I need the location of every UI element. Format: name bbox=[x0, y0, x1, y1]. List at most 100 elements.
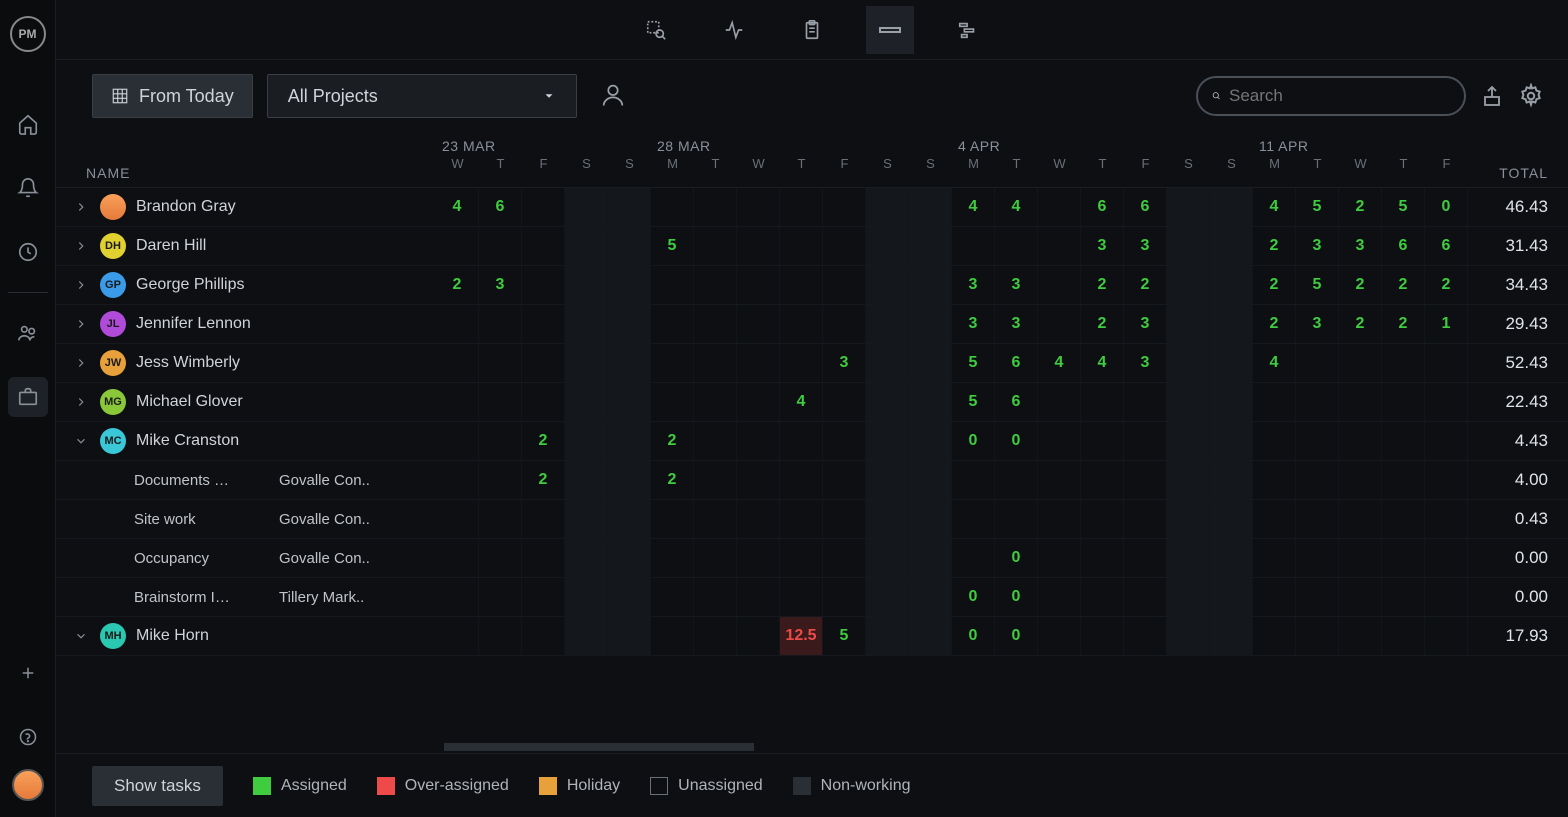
add-icon[interactable] bbox=[8, 653, 48, 693]
workload-cell[interactable] bbox=[737, 188, 780, 226]
workload-cell[interactable]: 5 bbox=[952, 344, 995, 382]
workload-cell[interactable] bbox=[1124, 461, 1167, 499]
workload-cell[interactable] bbox=[866, 461, 909, 499]
workload-cell[interactable] bbox=[1425, 500, 1468, 538]
workload-cell[interactable] bbox=[1210, 578, 1253, 616]
workload-cell[interactable] bbox=[780, 500, 823, 538]
workload-cell[interactable] bbox=[608, 305, 651, 343]
chevron-down-icon[interactable] bbox=[74, 434, 90, 448]
workload-cell[interactable] bbox=[1296, 383, 1339, 421]
workload-cell[interactable] bbox=[608, 266, 651, 304]
person-filter-icon[interactable] bbox=[599, 81, 627, 112]
workload-cell[interactable] bbox=[1339, 383, 1382, 421]
workload-cell[interactable] bbox=[1210, 344, 1253, 382]
workload-cell[interactable] bbox=[737, 383, 780, 421]
clipboard-icon[interactable] bbox=[788, 6, 836, 54]
workload-cell[interactable] bbox=[866, 617, 909, 655]
workload-cell[interactable]: 4 bbox=[952, 188, 995, 226]
app-logo[interactable]: PM bbox=[10, 16, 46, 52]
workload-cell[interactable]: 3 bbox=[1296, 305, 1339, 343]
workload-cell[interactable] bbox=[436, 461, 479, 499]
workload-cell[interactable] bbox=[1210, 305, 1253, 343]
workload-cell[interactable] bbox=[651, 539, 694, 577]
workload-cell[interactable] bbox=[1167, 461, 1210, 499]
workload-cell[interactable] bbox=[1167, 305, 1210, 343]
workload-cell[interactable] bbox=[651, 188, 694, 226]
workload-cell[interactable] bbox=[909, 227, 952, 265]
workload-cell[interactable] bbox=[1382, 461, 1425, 499]
workload-cell[interactable]: 2 bbox=[1382, 266, 1425, 304]
workload-cell[interactable]: 6 bbox=[479, 188, 522, 226]
workload-cell[interactable] bbox=[1210, 500, 1253, 538]
workload-cell[interactable] bbox=[1339, 539, 1382, 577]
workload-cell[interactable] bbox=[780, 461, 823, 499]
workload-cell[interactable] bbox=[1210, 266, 1253, 304]
workload-cell[interactable]: 4 bbox=[995, 188, 1038, 226]
workload-cell[interactable] bbox=[479, 500, 522, 538]
workload-cell[interactable] bbox=[1124, 422, 1167, 460]
workload-cell[interactable] bbox=[1296, 617, 1339, 655]
workload-cell[interactable] bbox=[694, 539, 737, 577]
workload-cell[interactable] bbox=[1210, 461, 1253, 499]
workload-cell[interactable] bbox=[608, 422, 651, 460]
workload-cell[interactable] bbox=[1124, 383, 1167, 421]
workload-cell[interactable] bbox=[436, 539, 479, 577]
workload-cell[interactable] bbox=[823, 305, 866, 343]
workload-cell[interactable] bbox=[1167, 539, 1210, 577]
workload-cell[interactable] bbox=[1081, 578, 1124, 616]
workload-cell[interactable] bbox=[1296, 422, 1339, 460]
help-icon[interactable] bbox=[8, 717, 48, 757]
workload-cell[interactable] bbox=[1081, 500, 1124, 538]
user-avatar[interactable] bbox=[12, 769, 44, 801]
workload-cell[interactable] bbox=[436, 422, 479, 460]
workload-cell[interactable] bbox=[1167, 500, 1210, 538]
workload-cell[interactable] bbox=[565, 305, 608, 343]
workload-cell[interactable] bbox=[1339, 461, 1382, 499]
workload-cell[interactable] bbox=[737, 305, 780, 343]
workload-cell[interactable] bbox=[1382, 422, 1425, 460]
workload-cell[interactable] bbox=[651, 617, 694, 655]
horizontal-scrollbar[interactable] bbox=[444, 743, 754, 751]
workload-cell[interactable] bbox=[995, 500, 1038, 538]
workload-icon[interactable] bbox=[866, 6, 914, 54]
workload-cell[interactable] bbox=[866, 266, 909, 304]
workload-cell[interactable] bbox=[780, 578, 823, 616]
workload-cell[interactable] bbox=[522, 227, 565, 265]
workload-cell[interactable] bbox=[995, 227, 1038, 265]
workload-cell[interactable] bbox=[608, 188, 651, 226]
workload-cell[interactable] bbox=[823, 227, 866, 265]
workload-cell[interactable] bbox=[694, 617, 737, 655]
workload-cell[interactable] bbox=[522, 305, 565, 343]
workload-cell[interactable] bbox=[522, 500, 565, 538]
workload-cell[interactable] bbox=[1081, 617, 1124, 655]
from-today-button[interactable]: From Today bbox=[92, 74, 253, 118]
workload-cell[interactable] bbox=[823, 188, 866, 226]
workload-cell[interactable] bbox=[651, 578, 694, 616]
workload-cell[interactable] bbox=[737, 422, 780, 460]
workload-cell[interactable] bbox=[1425, 422, 1468, 460]
workload-cell[interactable]: 3 bbox=[1339, 227, 1382, 265]
workload-cell[interactable]: 5 bbox=[651, 227, 694, 265]
person-name[interactable]: Jess Wimberly bbox=[136, 354, 240, 372]
workload-cell[interactable] bbox=[1339, 500, 1382, 538]
workload-cell[interactable] bbox=[1167, 227, 1210, 265]
workload-cell[interactable] bbox=[952, 500, 995, 538]
workload-cell[interactable] bbox=[608, 383, 651, 421]
workload-cell[interactable] bbox=[1296, 344, 1339, 382]
workload-cell[interactable] bbox=[651, 305, 694, 343]
workload-cell[interactable]: 3 bbox=[995, 305, 1038, 343]
workload-cell[interactable]: 0 bbox=[995, 539, 1038, 577]
workload-cell[interactable] bbox=[565, 344, 608, 382]
workload-cell[interactable] bbox=[565, 500, 608, 538]
search-field[interactable] bbox=[1229, 86, 1450, 106]
home-icon[interactable] bbox=[8, 104, 48, 144]
workload-cell[interactable] bbox=[909, 461, 952, 499]
workload-cell[interactable] bbox=[608, 461, 651, 499]
workload-cell[interactable] bbox=[1425, 578, 1468, 616]
chevron-right-icon[interactable] bbox=[74, 200, 90, 214]
workload-cell[interactable] bbox=[1124, 539, 1167, 577]
workload-cell[interactable]: 2 bbox=[1081, 305, 1124, 343]
workload-cell[interactable] bbox=[909, 383, 952, 421]
workload-cell[interactable] bbox=[1081, 383, 1124, 421]
workload-cell[interactable] bbox=[608, 344, 651, 382]
